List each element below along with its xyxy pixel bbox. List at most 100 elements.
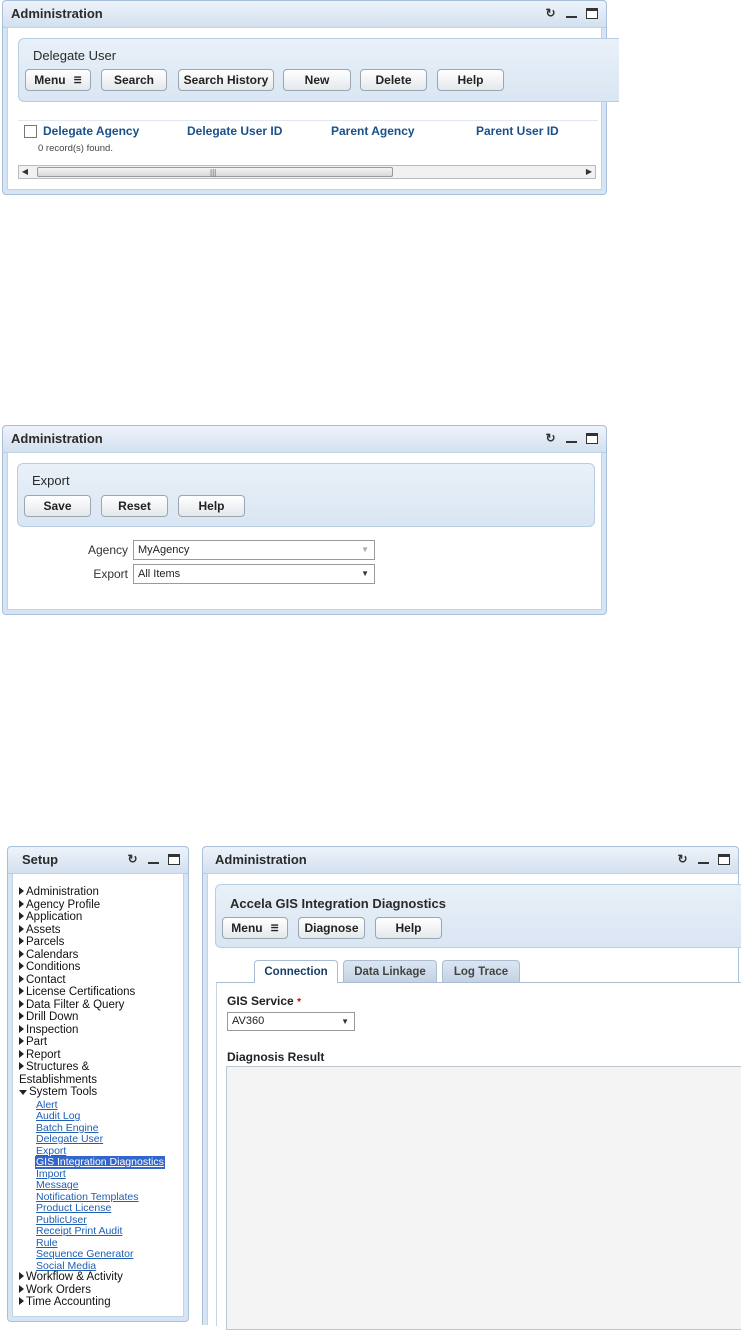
save-button[interactable]: Save bbox=[24, 495, 91, 517]
minimize-icon[interactable] bbox=[147, 853, 160, 866]
window-controls: ↻ bbox=[676, 853, 730, 866]
tree-node-label: Agency Profile bbox=[26, 898, 101, 911]
help-button[interactable]: Help bbox=[437, 69, 504, 91]
triangle-right-icon bbox=[19, 1272, 24, 1280]
tree-node-assets[interactable]: Assets bbox=[19, 924, 61, 937]
triangle-right-icon bbox=[19, 1037, 24, 1045]
tree-node-label: Contact bbox=[26, 973, 66, 986]
triangle-right-icon bbox=[19, 899, 24, 908]
maximize-icon[interactable] bbox=[168, 854, 180, 865]
tab-connection[interactable]: Connection bbox=[254, 960, 338, 983]
tree-node-label: Structures & bbox=[26, 1061, 90, 1073]
diagnose-button[interactable]: Diagnose bbox=[298, 917, 365, 939]
triangle-right-icon bbox=[19, 887, 24, 895]
select-all-checkbox[interactable] bbox=[24, 125, 37, 138]
scroll-right-icon[interactable]: ▶ bbox=[583, 166, 595, 178]
column-header-parent-agency[interactable]: Parent Agency bbox=[331, 124, 415, 138]
maximize-icon[interactable] bbox=[718, 854, 730, 865]
triangle-right-icon bbox=[19, 1062, 24, 1070]
portlet-header: Setup ↻ bbox=[8, 847, 188, 874]
maximize-icon[interactable] bbox=[586, 8, 598, 19]
tab-log-trace[interactable]: Log Trace bbox=[442, 960, 520, 982]
portlet-title: Setup bbox=[22, 852, 59, 867]
tree-node-time-accounting[interactable]: Time Accounting bbox=[19, 1296, 111, 1309]
tree-node-parcels[interactable]: Parcels bbox=[19, 936, 64, 949]
tree-node-label: License Certifications bbox=[26, 986, 136, 998]
new-button[interactable]: New bbox=[283, 69, 351, 91]
tree-node-part[interactable]: Part bbox=[19, 1036, 47, 1049]
tree-node-administration[interactable]: Administration bbox=[19, 886, 99, 899]
diagnosis-result-area[interactable] bbox=[226, 1066, 741, 1330]
chevron-down-icon[interactable]: ▼ bbox=[341, 1013, 349, 1030]
window-controls: ↻ bbox=[544, 7, 598, 20]
gis-service-select[interactable]: AV360 ▼ bbox=[227, 1012, 355, 1031]
tree-node-application[interactable]: Application bbox=[19, 911, 82, 924]
tree-node-license-certifications[interactable]: License Certifications bbox=[19, 986, 135, 999]
portlet-header: Administration ↻ bbox=[3, 1, 606, 28]
admin-portlet-delegate-user: Administration ↻ Delegate User Menu ☰ Sea… bbox=[2, 0, 619, 195]
tree-node-workflow-activity[interactable]: Workflow & Activity bbox=[19, 1271, 123, 1284]
tree-node-label: Assets bbox=[26, 923, 61, 936]
export-select-value: All Items bbox=[138, 568, 181, 580]
search-history-button[interactable]: Search History bbox=[178, 69, 274, 91]
minimize-icon[interactable] bbox=[565, 7, 578, 20]
horizontal-scrollbar[interactable]: ◀ ||| ▶ bbox=[18, 165, 596, 179]
scroll-thumb[interactable]: ||| bbox=[37, 167, 393, 177]
tree-node-work-orders[interactable]: Work Orders bbox=[19, 1284, 91, 1297]
menu-button[interactable]: Menu ☰ bbox=[222, 917, 288, 939]
export-select[interactable]: All Items ▼ bbox=[133, 564, 375, 584]
scroll-left-icon[interactable]: ◀ bbox=[19, 166, 31, 178]
minimize-icon[interactable] bbox=[565, 432, 578, 445]
tree-node-data-filter-query[interactable]: Data Filter & Query bbox=[19, 999, 124, 1012]
triangle-right-icon bbox=[19, 924, 24, 933]
tree-node-report[interactable]: Report bbox=[19, 1049, 61, 1062]
tree-node-calendars[interactable]: Calendars bbox=[19, 949, 78, 962]
window-controls: ↻ bbox=[544, 432, 598, 445]
maximize-icon[interactable] bbox=[586, 433, 598, 444]
tree-node-inspection[interactable]: Inspection bbox=[19, 1024, 78, 1037]
reset-button[interactable]: Reset bbox=[101, 495, 168, 517]
tree-node-conditions[interactable]: Conditions bbox=[19, 961, 80, 974]
triangle-down-icon bbox=[19, 1090, 27, 1095]
tree-node-label: Work Orders bbox=[26, 1283, 91, 1296]
tree-node-label: Data Filter & Query bbox=[26, 998, 125, 1011]
record-count: 0 record(s) found. bbox=[38, 143, 113, 154]
search-button[interactable]: Search bbox=[101, 69, 167, 91]
tree-node-structures[interactable]: Structures & bbox=[19, 1061, 89, 1074]
chevron-down-icon[interactable]: ▼ bbox=[361, 565, 369, 583]
portlet-body: Export Save Reset Help Agency MyAgency ▼… bbox=[7, 452, 602, 610]
minimize-icon[interactable] bbox=[697, 853, 710, 866]
menu-button[interactable]: Menu ☰ bbox=[25, 69, 91, 91]
triangle-right-icon bbox=[19, 1297, 24, 1305]
help-button[interactable]: Help bbox=[178, 495, 245, 517]
section-title: Delegate User bbox=[33, 48, 117, 63]
refresh-icon[interactable]: ↻ bbox=[676, 853, 689, 866]
portlet-title: Administration bbox=[11, 431, 103, 446]
triangle-right-icon bbox=[19, 1012, 24, 1020]
tree-node-establishments[interactable]: Establishments bbox=[19, 1074, 97, 1087]
required-mark: * bbox=[297, 997, 301, 1008]
tree-node-drill-down[interactable]: Drill Down bbox=[19, 1011, 78, 1024]
column-header-delegate-agency[interactable]: Delegate Agency bbox=[43, 124, 139, 138]
tree-node-label: Inspection bbox=[26, 1023, 79, 1036]
table-header-row: Delegate Agency Delegate User ID Parent … bbox=[18, 120, 598, 141]
portlet-header: Administration ↻ bbox=[3, 426, 606, 453]
column-header-parent-user-id[interactable]: Parent User ID bbox=[476, 124, 559, 138]
delete-button[interactable]: Delete bbox=[360, 69, 427, 91]
section-title: Accela GIS Integration Diagnostics bbox=[230, 896, 446, 911]
agency-label: Agency bbox=[87, 543, 128, 557]
menu-button-label: Menu bbox=[231, 921, 263, 935]
help-button[interactable]: Help bbox=[375, 917, 442, 939]
column-header-delegate-user-id[interactable]: Delegate User ID bbox=[187, 124, 282, 138]
tree-node-agency-profile[interactable]: Agency Profile bbox=[19, 899, 100, 912]
refresh-icon[interactable]: ↻ bbox=[126, 853, 139, 866]
tree-node-system-tools[interactable]: System Tools bbox=[19, 1086, 97, 1099]
tree-node-contact[interactable]: Contact bbox=[19, 974, 66, 987]
refresh-icon[interactable]: ↻ bbox=[544, 7, 557, 20]
refresh-icon[interactable]: ↻ bbox=[544, 432, 557, 445]
toolbar-box: Export Save Reset Help bbox=[17, 463, 595, 527]
tab-data-linkage[interactable]: Data Linkage bbox=[343, 960, 437, 982]
gis-service-label: GIS Service * bbox=[227, 994, 301, 1008]
tree-node-label: Workflow & Activity bbox=[26, 1271, 123, 1283]
tree-node-label: Establishments bbox=[19, 1073, 97, 1086]
